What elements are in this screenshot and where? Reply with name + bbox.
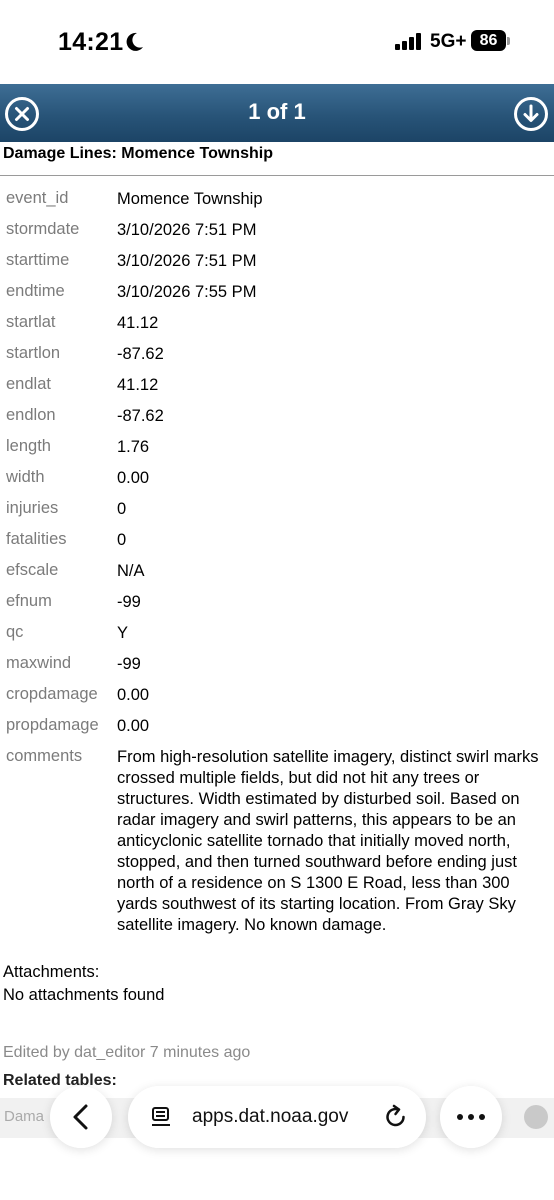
attr-name: injuries: [6, 499, 59, 517]
attr-value: N/A: [117, 562, 145, 580]
attr-value: 0.00: [117, 469, 150, 487]
chevron-right-icon[interactable]: [524, 1105, 548, 1129]
attr-value: 41.12: [117, 376, 159, 394]
attr-name: cropdamage: [6, 685, 98, 703]
attr-name: event_id: [6, 189, 69, 207]
attr-row-maxwind: maxwind -99: [0, 648, 554, 679]
attr-value: 0: [117, 531, 127, 549]
attr-value: -99: [117, 655, 141, 673]
attr-row-cropdamage: cropdamage 0.00: [0, 679, 554, 710]
battery-nub: [507, 37, 510, 45]
edited-info: Edited by dat_editor 7 minutes ago: [3, 1044, 251, 1061]
attr-value: 0: [117, 500, 127, 518]
url-text: apps.dat.noaa.gov: [192, 1106, 349, 1127]
attr-name: comments: [6, 747, 83, 765]
title-divider: [0, 175, 554, 176]
attr-value: -87.62: [117, 407, 164, 425]
attachments-empty-text: No attachments found: [3, 986, 165, 1004]
attr-name: efscale: [6, 561, 59, 579]
attr-row-length: length 1.76: [0, 431, 554, 462]
status-bar: 14:21 5G+ 86: [0, 0, 554, 84]
status-time: 14:21: [58, 28, 124, 56]
download-button[interactable]: [514, 97, 548, 131]
signal-icon: [395, 33, 425, 50]
attr-row-endlon: endlon -87.62: [0, 400, 554, 431]
attr-row-startlat: startlat 41.12: [0, 307, 554, 338]
attr-value-comments: From high-resolution satellite imagery, …: [117, 748, 539, 934]
more-icon: [457, 1114, 485, 1120]
attr-value: 41.12: [117, 314, 159, 332]
attr-value: 3/10/2026 7:51 PM: [117, 221, 257, 239]
attr-row-endlat: endlat 41.12: [0, 369, 554, 400]
attr-name: endlat: [6, 375, 51, 393]
popup-title: Damage Lines: Momence Township: [3, 145, 273, 162]
attachments-label: Attachments:: [3, 963, 100, 981]
attr-row-comments: comments From high-resolution satellite …: [0, 741, 554, 941]
attr-name: stormdate: [6, 220, 80, 238]
popup-header: 1 of 1: [0, 84, 554, 142]
attr-name: endlon: [6, 406, 56, 424]
attr-row-startlon: startlon -87.62: [0, 338, 554, 369]
network-type: 5G+: [430, 31, 467, 52]
attr-name: starttime: [6, 251, 70, 269]
attr-value: Momence Township: [117, 190, 263, 208]
attr-name: width: [6, 468, 45, 486]
attr-row-propdamage: propdamage 0.00: [0, 710, 554, 741]
attr-value: 3/10/2026 7:51 PM: [117, 252, 257, 270]
more-button[interactable]: [440, 1086, 502, 1148]
address-bar[interactable]: apps.dat.noaa.gov: [128, 1086, 426, 1148]
related-table-name: Dama: [4, 1108, 45, 1125]
attr-name: efnum: [6, 592, 52, 610]
reader-icon: [152, 1107, 170, 1126]
attr-value: Y: [117, 624, 129, 642]
attr-row-qc: qc Y: [0, 617, 554, 648]
attr-name: startlon: [6, 344, 61, 362]
attr-value: 3/10/2026 7:55 PM: [117, 283, 257, 301]
attr-value: 0.00: [117, 717, 150, 735]
download-icon: [523, 104, 539, 122]
attr-row-width: width 0.00: [0, 462, 554, 493]
attr-name: qc: [6, 623, 24, 641]
attr-name: endtime: [6, 282, 65, 300]
attr-value: 1.76: [117, 438, 150, 456]
attr-row-event-id: event_id Momence Township: [0, 183, 554, 214]
attr-row-endtime: endtime 3/10/2026 7:55 PM: [0, 276, 554, 307]
attribute-table: event_id Momence Township stormdate 3/10…: [0, 183, 554, 941]
feature-counter: 1 of 1: [248, 99, 306, 124]
attr-value: -99: [117, 593, 141, 611]
back-icon: [73, 1104, 88, 1130]
attr-value: -87.62: [117, 345, 164, 363]
attr-row-efscale: efscale N/A: [0, 555, 554, 586]
attr-name: propdamage: [6, 716, 99, 734]
attr-row-injuries: injuries 0: [0, 493, 554, 524]
attr-row-fatalities: fatalities 0: [0, 524, 554, 555]
related-tables-label: Related tables:: [3, 1072, 117, 1089]
attr-name: fatalities: [6, 530, 67, 548]
attr-row-efnum: efnum -99: [0, 586, 554, 617]
attr-value: 0.00: [117, 686, 150, 704]
attr-name: startlat: [6, 313, 56, 331]
attr-name: maxwind: [6, 654, 72, 672]
reload-icon[interactable]: [382, 1103, 410, 1131]
battery-icon: 86: [471, 30, 506, 51]
attr-row-starttime: starttime 3/10/2026 7:51 PM: [0, 245, 554, 276]
back-button[interactable]: [50, 1086, 112, 1148]
moon-icon: [126, 32, 143, 51]
attr-row-stormdate: stormdate 3/10/2026 7:51 PM: [0, 214, 554, 245]
attr-name: length: [6, 437, 51, 455]
